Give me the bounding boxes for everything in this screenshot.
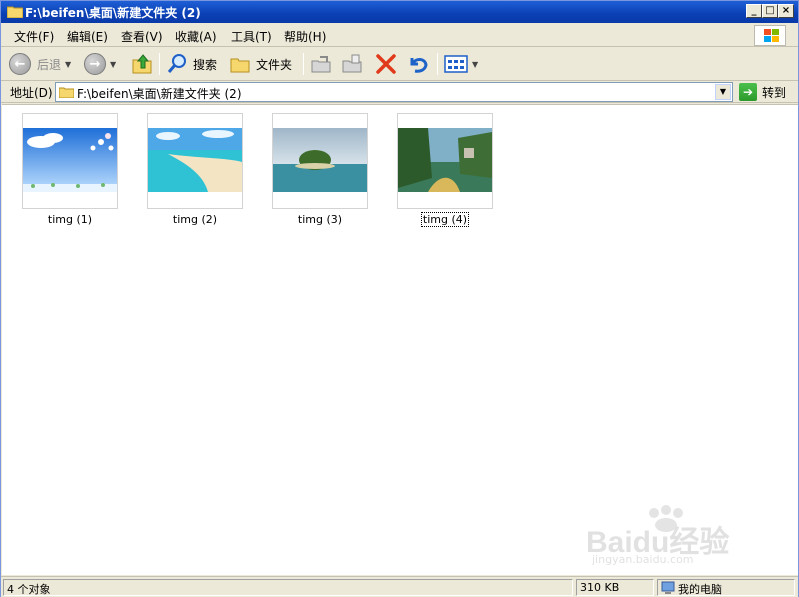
menu-tools[interactable]: 工具(T) [231,28,272,45]
delete-button[interactable] [375,51,397,77]
back-button[interactable]: ← 后退 ▼ [9,51,71,77]
go-arrow-icon: ➔ [739,83,757,101]
baidu-watermark: Baidu经验 jingyan.baidu.com [586,505,756,566]
image-thumbnail [148,128,242,192]
chevron-down-icon: ▼ [110,59,117,69]
file-name[interactable]: timg (1) [22,213,118,226]
file-thumbnail[interactable] [397,113,493,209]
menu-favorites[interactable]: 收藏(A) [175,28,217,45]
image-thumbnail [398,128,492,192]
go-label: 转到 [762,85,787,100]
menu-help[interactable]: 帮助(H) [284,28,326,45]
windows-logo-icon [754,25,786,46]
status-bar: 4 个对象 310 KB 我的电脑 [1,576,798,597]
menu-file[interactable]: 文件(F) [14,28,54,45]
back-label: 后退 [37,57,62,72]
toolbar: ← 后退 ▼ → ▼ 搜索 文件夹 ▼ [1,47,798,81]
maximize-button[interactable]: □ [762,4,778,18]
file-thumbnail[interactable] [272,113,368,209]
minimize-button[interactable]: _ [746,4,762,18]
file-list-pane[interactable]: timg (1) timg (2) timg (3) timg (4) Baid… [2,104,798,575]
status-size: 310 KB [576,579,654,596]
folders-button[interactable]: 文件夹 [229,51,292,77]
status-location-label: 我的电脑 [678,583,722,596]
up-folder-button[interactable] [131,51,153,77]
copy-to-icon [342,54,362,73]
close-button[interactable]: × [778,4,794,18]
address-input[interactable]: F:\beifen\桌面\新建文件夹 (2) ▼ [55,82,733,102]
image-thumbnail [23,128,117,192]
folder-icon [59,87,74,98]
file-name-selected[interactable]: timg (4) [397,212,493,227]
status-object-count: 4 个对象 [3,579,573,596]
my-computer-icon [661,581,675,594]
go-button[interactable]: ➔ 转到 [739,82,786,102]
watermark-url: jingyan.baidu.com [592,553,694,566]
menu-bar: 文件(F) 编辑(E) 查看(V) 收藏(A) 工具(T) 帮助(H) [1,23,798,47]
address-bar: 地址(D) F:\beifen\桌面\新建文件夹 (2) ▼ ➔ 转到 [1,81,798,103]
views-icon [444,55,468,73]
address-dropdown-button[interactable]: ▼ [715,84,731,100]
search-button[interactable]: 搜索 [166,51,217,77]
title-bar[interactable]: F:\beifen\桌面\新建文件夹 (2) _ □ × [1,1,798,23]
address-value: F:\beifen\桌面\新建文件夹 (2) [77,87,242,101]
forward-button[interactable]: → ▼ [84,51,116,77]
window-title: F:\beifen\桌面\新建文件夹 (2) [25,6,201,20]
toolbar-separator [159,53,160,75]
search-icon [167,54,186,73]
address-label: 地址(D) [10,86,53,100]
status-location: 我的电脑 [657,579,795,596]
folders-label: 文件夹 [256,57,293,72]
file-name[interactable]: timg (2) [147,213,243,226]
move-to-icon [311,56,331,73]
move-to-button[interactable] [310,51,332,77]
toolbar-separator [437,53,438,75]
undo-icon [410,58,428,73]
chevron-down-icon: ▼ [65,59,72,69]
menu-edit[interactable]: 编辑(E) [67,28,108,45]
file-thumbnail[interactable] [147,113,243,209]
menu-view[interactable]: 查看(V) [121,28,163,45]
explorer-window: F:\beifen\桌面\新建文件夹 (2) _ □ × 文件(F) 编辑(E)… [0,0,799,597]
up-folder-icon [132,54,152,74]
search-label: 搜索 [193,57,218,72]
copy-to-button[interactable] [341,51,363,77]
undo-button[interactable] [406,51,430,77]
chevron-down-icon: ▼ [472,59,479,69]
delete-icon [376,54,396,74]
forward-arrow-icon: → [84,53,106,75]
back-arrow-icon: ← [9,53,31,75]
folder-icon [7,6,23,18]
file-thumbnail[interactable] [22,113,118,209]
views-button[interactable]: ▼ [444,51,478,77]
image-thumbnail [273,128,367,192]
folders-icon [230,58,250,73]
file-name[interactable]: timg (3) [272,213,368,226]
toolbar-separator [303,53,304,75]
